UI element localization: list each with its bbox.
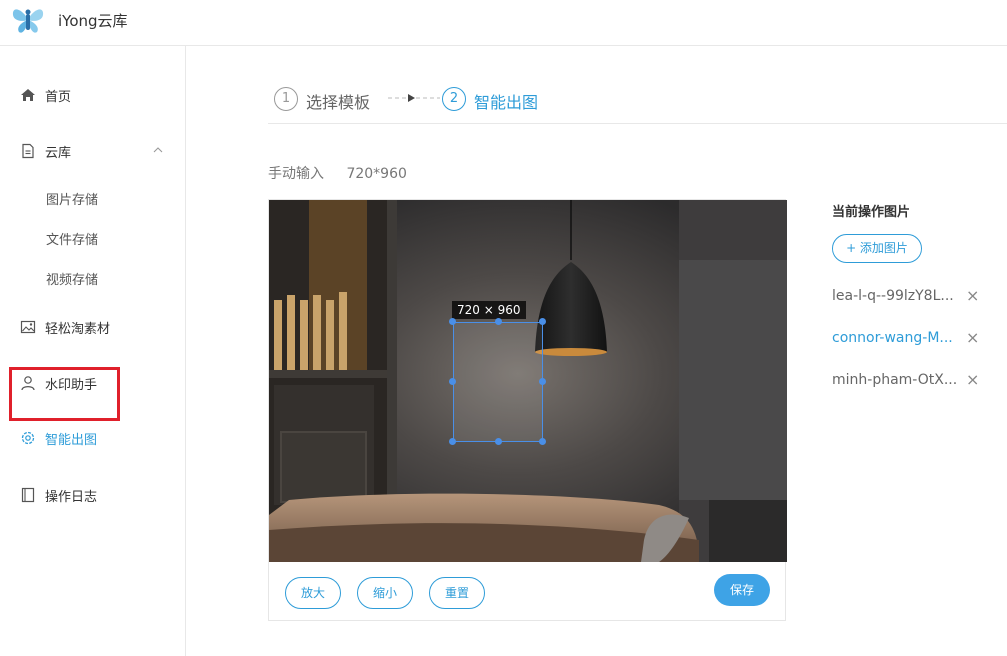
sidebar-item-home[interactable]: 首页	[0, 75, 185, 115]
crop-handle-bottom[interactable]	[495, 438, 502, 445]
zoom-in-button[interactable]: 放大	[285, 577, 341, 609]
file-list-item[interactable]: lea-l-q--99lzY8L... ×	[832, 286, 992, 310]
editor-toolbar: 放大 缩小 重置 保存	[269, 562, 785, 620]
sidebar-item-label: 云库	[45, 146, 72, 161]
step-indicator: 1 选择模板 2 智能出图	[268, 72, 1007, 124]
zoom-out-button[interactable]: 缩小	[357, 577, 413, 609]
crop-handle-bottom-left[interactable]	[449, 438, 456, 445]
step-2-number: 2	[442, 87, 466, 111]
sidebar-item-label: 视频存储	[46, 273, 99, 288]
sidebar-item-label: 智能出图	[45, 433, 98, 448]
sidebar-item-label: 图片存储	[46, 193, 99, 208]
step-2-label: 智能出图	[474, 93, 539, 112]
document-icon	[22, 143, 34, 159]
save-button[interactable]: 保存	[714, 574, 770, 606]
sidebar-item-cloud[interactable]: 云库	[0, 131, 185, 171]
step-1-label: 选择模板	[306, 93, 371, 112]
sidebar-item-smart-output[interactable]: 智能出图	[0, 418, 185, 458]
size-value[interactable]: 720*960	[346, 166, 406, 182]
crop-handle-top[interactable]	[495, 318, 502, 325]
close-icon[interactable]: ×	[966, 371, 979, 389]
sidebar-item-label: 文件存储	[46, 233, 99, 248]
close-icon[interactable]: ×	[966, 287, 979, 305]
image-icon	[20, 320, 36, 334]
close-icon[interactable]: ×	[966, 329, 979, 347]
sidebar-item-label: 操作日志	[45, 490, 98, 505]
file-list-item[interactable]: minh-pham-OtX... ×	[832, 370, 992, 394]
crop-handle-left[interactable]	[449, 378, 456, 385]
home-icon	[21, 89, 35, 101]
sidebar-item-log[interactable]: 操作日志	[0, 475, 185, 515]
log-icon	[21, 487, 35, 503]
sidebar: 首页 云库 图片存储 文件存储 视频存储 轻松淘素材 水印助手 智能出图 操作日…	[0, 46, 186, 656]
file-list-item-active[interactable]: connor-wang-M... ×	[832, 328, 992, 352]
image-editor: 720 × 960 放大 缩小 重置 保存	[268, 199, 787, 621]
crop-handle-right[interactable]	[539, 378, 546, 385]
crop-box[interactable]	[453, 322, 543, 442]
step-arrow-icon	[388, 94, 440, 102]
sidebar-item-label: 首页	[45, 90, 72, 105]
butterfly-logo-icon	[12, 9, 44, 33]
chevron-up-icon[interactable]	[151, 143, 165, 157]
sidebar-item-file-storage[interactable]: 文件存储	[0, 218, 185, 258]
gear-icon	[21, 431, 35, 445]
reset-button[interactable]: 重置	[429, 577, 485, 609]
file-name: lea-l-q--99lzY8L...	[832, 288, 954, 304]
sidebar-item-video-storage[interactable]: 视频存储	[0, 258, 185, 298]
sidebar-item-label: 轻松淘素材	[45, 322, 111, 337]
crop-size-label: 720 × 960	[452, 301, 526, 319]
file-name: minh-pham-OtX...	[832, 372, 958, 388]
size-input-row: 手动输入 720*960	[268, 163, 407, 183]
add-image-button[interactable]: + 添加图片	[832, 234, 922, 263]
crop-handle-top-left[interactable]	[449, 318, 456, 325]
crop-handle-top-right[interactable]	[539, 318, 546, 325]
app-title: iYong云库	[58, 12, 128, 30]
file-name: connor-wang-M...	[832, 330, 953, 346]
highlight-annotation	[9, 367, 120, 421]
sidebar-item-image-storage[interactable]: 图片存储	[0, 178, 185, 218]
sidebar-item-materials[interactable]: 轻松淘素材	[0, 307, 185, 347]
manual-input-label: 手动输入	[268, 166, 324, 182]
step-1-number: 1	[274, 87, 298, 111]
top-header: iYong云库	[0, 0, 1007, 46]
current-images-title: 当前操作图片	[832, 205, 911, 220]
crop-handle-bottom-right[interactable]	[539, 438, 546, 445]
